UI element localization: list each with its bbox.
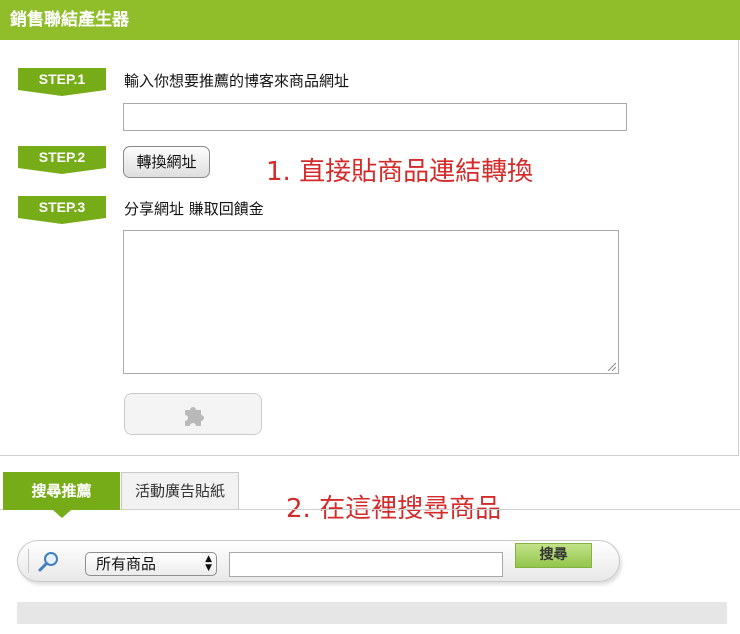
plugin-placeholder (124, 393, 262, 435)
annotation-paste-link: 1. 直接貼商品連結轉換 (266, 157, 534, 187)
tab-search-recommend[interactable]: 搜尋推薦 (3, 472, 120, 518)
step-1-label: 輸入你想要推薦的博客來商品網址 (124, 72, 350, 90)
convert-url-button[interactable]: 轉換網址 (123, 146, 210, 178)
keyword-search-input[interactable] (229, 552, 503, 577)
panel-header: 銷售聯結產生器 (0, 0, 740, 40)
step-3-badge: STEP.3 (18, 196, 106, 224)
select-arrows-icon: ▲ ▼ (205, 554, 212, 573)
results-area (17, 602, 727, 624)
magnifier-icon (38, 552, 58, 572)
panel-title: 銷售聯結產生器 (10, 10, 129, 30)
search-button[interactable]: 搜尋 (515, 543, 592, 568)
link-generator-panel (0, 0, 739, 456)
category-selected-value: 所有商品 (96, 555, 157, 573)
share-url-textarea[interactable] (123, 230, 619, 374)
tab-event-stickers[interactable]: 活動廣告貼紙 (121, 472, 239, 509)
resize-grip-icon[interactable] (606, 361, 616, 371)
search-divider (28, 549, 29, 573)
category-select[interactable]: 所有商品 ▲ ▼ (85, 552, 217, 576)
step-1-badge: STEP.1 (18, 68, 106, 96)
puzzle-piece-icon (185, 407, 204, 426)
product-url-input[interactable] (123, 103, 627, 131)
step-2-badge: STEP.2 (18, 146, 106, 174)
step-3-label: 分享網址 賺取回饋金 (124, 200, 264, 218)
